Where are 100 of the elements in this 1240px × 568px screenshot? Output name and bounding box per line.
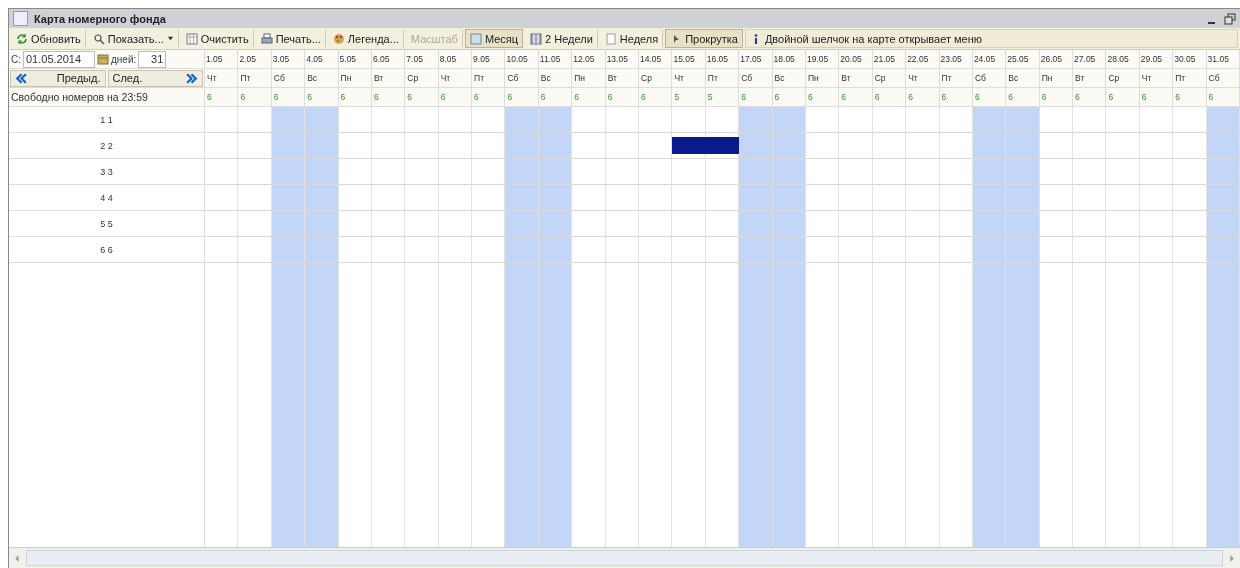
day-cell[interactable] [538,185,573,211]
day-cell[interactable] [538,159,573,185]
day-cell[interactable] [238,159,272,185]
day-cell[interactable] [772,133,806,159]
day-cell[interactable] [739,133,773,159]
scroll-thumb[interactable] [26,550,1223,566]
day-cell[interactable] [805,107,840,133]
day-cell[interactable] [672,159,706,185]
day-cell[interactable] [872,237,907,263]
day-cell[interactable] [1006,107,1040,133]
toolbar-button[interactable]: Обновить [11,29,86,48]
day-cell[interactable] [572,159,606,185]
day-cell[interactable] [906,211,940,237]
day-cell[interactable] [939,211,973,237]
day-cell[interactable] [939,133,973,159]
day-cell[interactable] [1039,159,1074,185]
day-cell[interactable] [338,211,372,237]
day-cell[interactable] [1206,133,1240,159]
day-cell[interactable] [271,237,306,263]
day-cell[interactable] [739,107,773,133]
day-cell[interactable] [405,107,439,133]
day-cell[interactable] [672,185,706,211]
day-cell[interactable] [305,211,339,237]
day-cell[interactable] [238,133,272,159]
day-cell[interactable] [1173,107,1207,133]
booking-bar[interactable] [705,137,740,154]
day-cell[interactable] [1139,159,1174,185]
day-cell[interactable] [305,185,339,211]
day-cell[interactable] [839,237,873,263]
day-cell[interactable] [371,237,406,263]
day-cell[interactable] [839,211,873,237]
day-cell[interactable] [839,107,873,133]
toolbar-button[interactable]: Печать... [255,29,326,48]
restore-icon[interactable] [1224,12,1236,25]
day-cell[interactable] [538,211,573,237]
day-cell[interactable] [538,133,573,159]
day-cell[interactable] [1039,107,1074,133]
day-cell[interactable] [872,133,907,159]
day-cell[interactable] [538,237,573,263]
day-cell[interactable] [438,185,473,211]
day-cell[interactable] [805,159,840,185]
day-cell[interactable] [1073,237,1107,263]
day-cell[interactable] [906,185,940,211]
day-cell[interactable] [205,237,239,263]
day-cell[interactable] [772,107,806,133]
day-cell[interactable] [305,237,339,263]
day-cell[interactable] [1073,107,1107,133]
day-cell[interactable] [305,133,339,159]
day-cell[interactable] [1073,211,1107,237]
day-cell[interactable] [205,159,239,185]
day-cell[interactable] [1173,133,1207,159]
day-cell[interactable] [572,211,606,237]
toolbar-button[interactable]: Прокрутка [665,29,743,48]
day-cell[interactable] [672,237,706,263]
day-cell[interactable] [1173,159,1207,185]
toolbar-button[interactable]: Месяц [464,29,524,48]
day-cell[interactable] [338,107,372,133]
day-cell[interactable] [1039,211,1074,237]
day-cell[interactable] [972,237,1007,263]
day-cell[interactable] [972,133,1007,159]
day-cell[interactable] [605,159,640,185]
day-cell[interactable] [906,107,940,133]
day-cell[interactable] [1106,237,1140,263]
day-cell[interactable] [839,133,873,159]
day-cell[interactable] [939,237,973,263]
day-cell[interactable] [839,185,873,211]
previous-button[interactable]: Предыд. [10,69,106,87]
day-cell[interactable] [305,107,339,133]
toolbar-button[interactable]: Показать... [87,29,179,48]
day-cell[interactable] [271,159,306,185]
toolbar-button[interactable]: Двойной шелчок на карте открывает меню [744,29,1238,48]
day-cell[interactable] [939,159,973,185]
day-cell[interactable] [405,237,439,263]
day-cell[interactable] [338,185,372,211]
day-cell[interactable] [238,211,272,237]
day-cell[interactable] [772,237,806,263]
day-cell[interactable] [438,159,473,185]
day-cell[interactable] [271,107,306,133]
day-cell[interactable] [772,211,806,237]
day-cell[interactable] [772,159,806,185]
day-cell[interactable] [338,133,372,159]
day-cell[interactable] [371,133,406,159]
toolbar-button[interactable]: Неделя [599,29,664,48]
day-cell[interactable] [906,159,940,185]
day-cell[interactable] [639,185,673,211]
days-field[interactable]: 31 [138,50,167,68]
day-cell[interactable] [238,185,272,211]
day-cell[interactable] [438,237,473,263]
day-cell[interactable] [405,133,439,159]
day-cell[interactable] [939,107,973,133]
day-cell[interactable] [1073,185,1107,211]
day-cell[interactable] [505,159,539,185]
day-cell[interactable] [739,159,773,185]
day-cell[interactable] [1039,133,1074,159]
day-cell[interactable] [805,185,840,211]
day-cell[interactable] [438,133,473,159]
day-cell[interactable] [205,107,239,133]
day-cell[interactable] [1173,237,1207,263]
day-cell[interactable] [371,107,406,133]
day-cell[interactable] [939,185,973,211]
